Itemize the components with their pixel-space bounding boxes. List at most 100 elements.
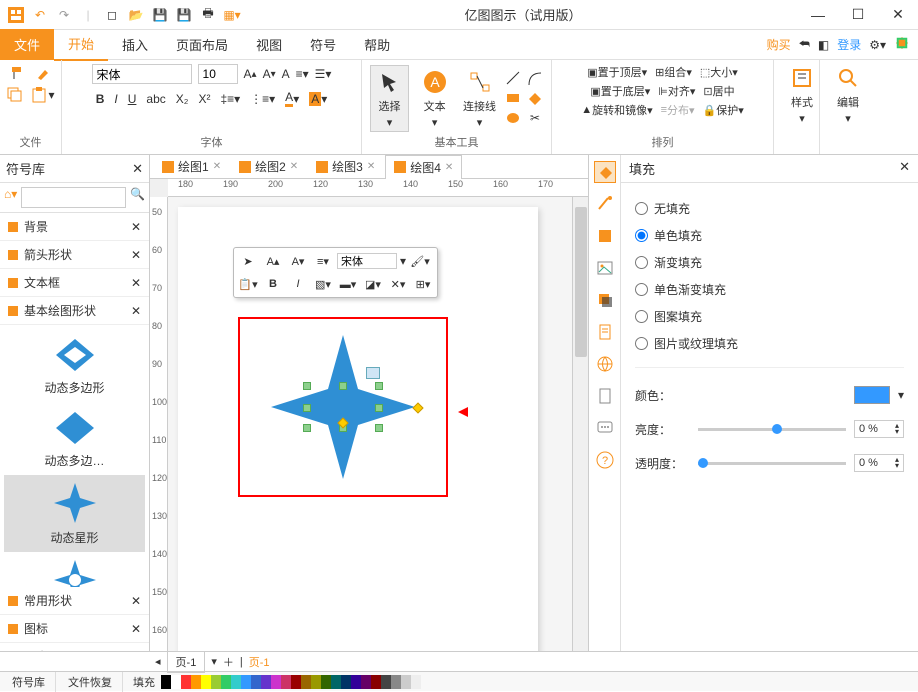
ft-shadow-icon[interactable]: ◪▾ — [362, 274, 384, 294]
align-button[interactable]: ⊫ 对齐▾ — [658, 83, 695, 99]
globe-tab-icon[interactable] — [594, 353, 616, 375]
palette-swatch[interactable] — [261, 675, 271, 689]
layer-tab-icon[interactable] — [594, 289, 616, 311]
cat-textbox[interactable]: 文本框✕ — [0, 269, 149, 297]
palette-swatch[interactable] — [391, 675, 401, 689]
minimize-button[interactable]: — — [798, 0, 838, 30]
radio-gradient-fill[interactable]: 渐变填充 — [635, 249, 904, 276]
ft-align-icon[interactable]: ≡▾ — [312, 251, 334, 271]
palette-swatch[interactable] — [341, 675, 351, 689]
opacity-value[interactable]: 0 %▴▾ — [854, 454, 904, 472]
palette-swatch[interactable] — [181, 675, 191, 689]
handle-se[interactable] — [375, 424, 383, 432]
doc-tab-1[interactable]: 绘图1✕ — [154, 155, 229, 178]
search-icon[interactable]: 🔍 — [130, 187, 145, 208]
rotate-button[interactable]: ▲ 旋转和镜像▾ — [581, 102, 652, 118]
doc-tab-2[interactable]: 绘图2✕ — [231, 155, 306, 178]
italic-button[interactable]: I — [114, 92, 117, 106]
center-button[interactable]: ⊡ 居中 — [703, 83, 734, 99]
line-tool[interactable] — [505, 70, 521, 86]
tab-layout[interactable]: 页面布局 — [162, 29, 242, 60]
page-nav-next[interactable]: ▾ — [211, 655, 217, 668]
shape-star2[interactable] — [4, 552, 145, 587]
select-tool[interactable]: 选择▾ — [370, 65, 409, 132]
ft-font-select[interactable] — [337, 253, 397, 269]
tab-view[interactable]: 视图 — [242, 29, 296, 60]
export-icon[interactable]: ◧ — [818, 38, 829, 52]
palette-swatch[interactable] — [291, 675, 301, 689]
bring-front-button[interactable]: ▣ 置于顶层▾ — [587, 64, 647, 80]
doc2-tab-icon[interactable] — [594, 385, 616, 407]
save-as-icon[interactable]: 💾 — [176, 7, 192, 23]
cat-basic-shapes[interactable]: 基本绘图形状✕ — [0, 297, 149, 325]
login-link[interactable]: 登录 — [837, 36, 861, 53]
polygon-tool[interactable] — [527, 91, 543, 107]
palette-swatch[interactable] — [351, 675, 361, 689]
line-spacing-icon[interactable]: ‡≡▾ — [220, 92, 240, 106]
ft-copy-icon[interactable]: 📋▾ — [237, 274, 259, 294]
handle-sw[interactable] — [303, 424, 311, 432]
ft-select-icon[interactable]: ➤ — [237, 251, 259, 271]
page-tab-1[interactable]: 页-1 — [167, 651, 206, 673]
shape-polygon2[interactable]: 动态多边… — [4, 402, 145, 475]
ft-fill-icon[interactable]: ▧▾ — [312, 274, 334, 294]
rect-tool[interactable] — [505, 90, 521, 106]
undo-icon[interactable]: ↶ — [32, 7, 48, 23]
radio-texture-fill[interactable]: 图片或纹理填充 — [635, 330, 904, 357]
sb-library-button[interactable]: 符号库 — [2, 672, 56, 692]
line-tab-icon[interactable] — [594, 193, 616, 215]
search-input[interactable] — [21, 187, 126, 208]
ft-dec-font-icon[interactable]: A▾ — [287, 251, 309, 271]
clear-format-icon[interactable]: A — [282, 67, 290, 81]
palette-swatch[interactable] — [171, 675, 181, 689]
brightness-value[interactable]: 0 %▴▾ — [854, 420, 904, 438]
cat-icons[interactable]: 图标✕ — [0, 615, 149, 643]
page-nav-prev[interactable]: ◂ — [155, 655, 161, 668]
home-icon[interactable]: ⌂▾ — [4, 187, 17, 208]
decrease-font-icon[interactable]: A▾ — [263, 67, 276, 81]
cat-common[interactable]: 常用形状✕ — [0, 587, 149, 615]
list-icon[interactable]: ☰▾ — [315, 67, 332, 81]
edit-button[interactable]: 编辑▾ — [828, 64, 868, 125]
palette-swatch[interactable] — [321, 675, 331, 689]
style-button[interactable]: 样式▾ — [782, 64, 822, 125]
options-icon[interactable]: ▦▾ — [224, 7, 240, 23]
handle-n[interactable] — [339, 382, 347, 390]
ft-inc-font-icon[interactable]: A▴ — [262, 251, 284, 271]
shape-polygon[interactable]: 动态多边形 — [4, 329, 145, 402]
handle-nw[interactable] — [303, 382, 311, 390]
tab-help[interactable]: 帮助 — [350, 29, 404, 60]
cat-arrows[interactable]: 箭头形状✕ — [0, 241, 149, 269]
distribute-button[interactable]: ≡ 分布▾ — [661, 102, 695, 118]
palette-swatch[interactable] — [201, 675, 211, 689]
text-handle[interactable] — [366, 367, 380, 379]
palette-swatch[interactable] — [191, 675, 201, 689]
palette-swatch[interactable] — [161, 675, 171, 689]
font-color-icon[interactable]: A▾ — [285, 90, 299, 107]
maximize-button[interactable]: ☐ — [838, 0, 878, 30]
palette-swatch[interactable] — [411, 675, 421, 689]
redo-icon[interactable]: ↷ — [56, 7, 72, 23]
handle-e[interactable] — [375, 404, 383, 412]
palette-swatch[interactable] — [211, 675, 221, 689]
size-button[interactable]: ⬚ 大小▾ — [700, 64, 738, 80]
doc-tab-3[interactable]: 绘图3✕ — [308, 155, 383, 178]
palette-swatch[interactable] — [271, 675, 281, 689]
highlight-icon[interactable]: A▾ — [309, 92, 327, 106]
tab-start[interactable]: 开始 — [54, 28, 108, 61]
palette-swatch[interactable] — [221, 675, 231, 689]
palette-swatch[interactable] — [251, 675, 261, 689]
radio-solid-fill[interactable]: 单色填充 — [635, 222, 904, 249]
ft-italic-icon[interactable]: I — [287, 274, 309, 294]
cat-background[interactable]: 背景✕ — [0, 213, 149, 241]
palette-swatch[interactable] — [371, 675, 381, 689]
connector-tool[interactable]: 连接线▾ — [460, 68, 499, 129]
shape-star[interactable]: 动态星形 — [4, 475, 145, 552]
arc-tool[interactable] — [527, 71, 543, 87]
ellipse-tool[interactable] — [505, 110, 521, 126]
handle-w[interactable] — [303, 404, 311, 412]
page-current-label[interactable]: 页-1 — [249, 654, 270, 670]
font-name-select[interactable] — [92, 64, 192, 84]
doc-tab-4[interactable]: 绘图4✕ — [385, 155, 462, 180]
buy-link[interactable]: 购买 — [767, 36, 791, 53]
